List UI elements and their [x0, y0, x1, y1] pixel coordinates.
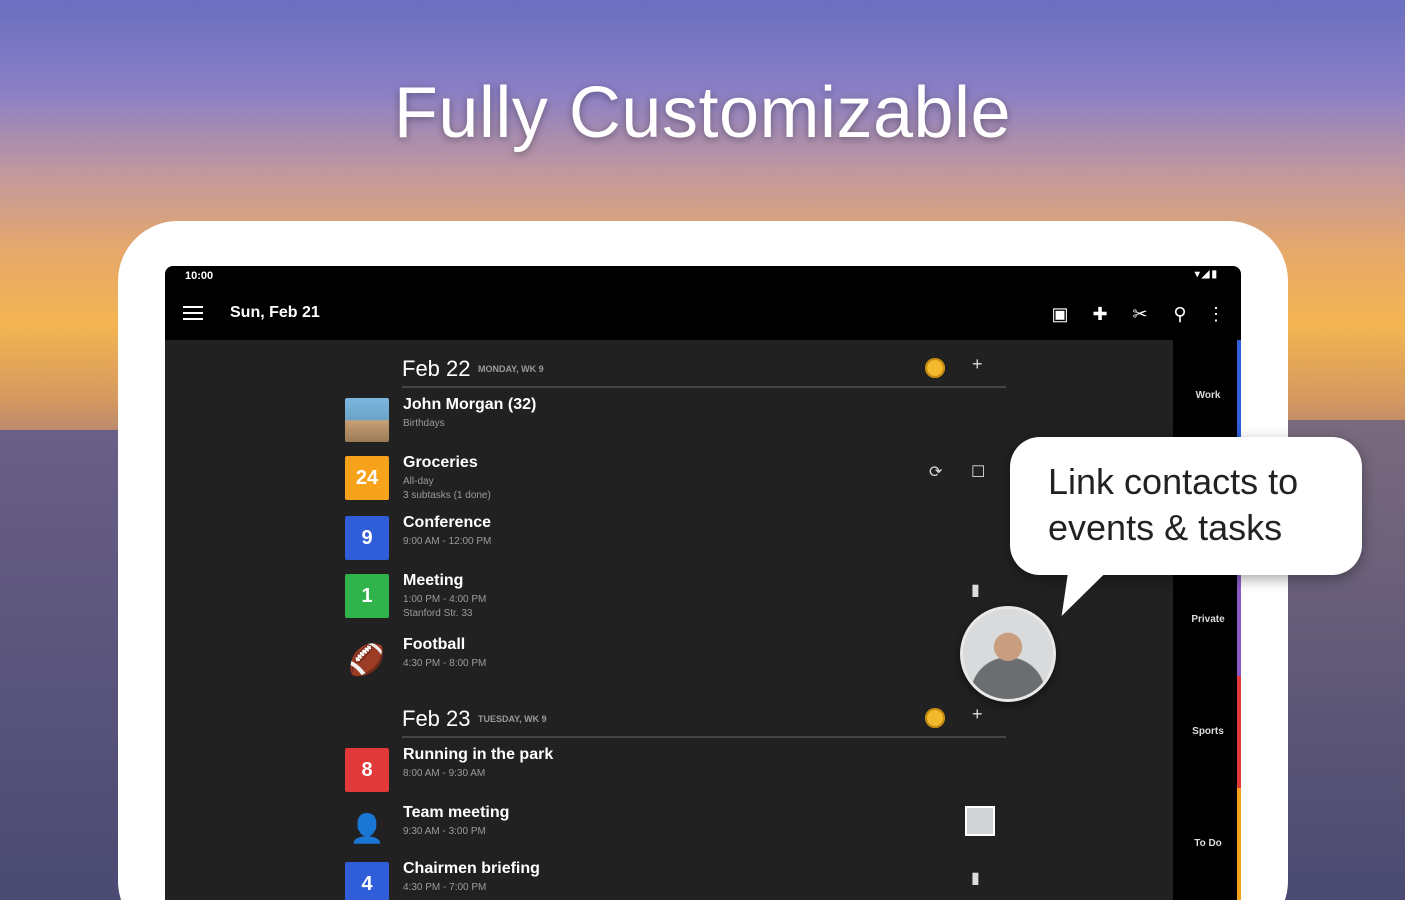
event-title: Meeting: [403, 572, 464, 589]
event-title: Running in the park: [403, 746, 554, 763]
event-item[interactable]: 🏈 Football 4:30 PM - 8:00 PM: [345, 634, 1005, 686]
event-title: Groceries: [403, 454, 478, 471]
calendar-color-sports: [1237, 676, 1241, 788]
menu-icon[interactable]: [183, 306, 203, 320]
callout-bubble: Link contacts to events & tasks: [1010, 437, 1362, 575]
event-subtitle: Birthdays: [403, 418, 445, 429]
event-title: Football: [403, 636, 466, 653]
calendar-label-work[interactable]: Work: [1183, 390, 1233, 401]
contact-photo: [345, 398, 389, 442]
contact-icon[interactable]: ▮: [971, 580, 980, 600]
contact-avatar[interactable]: [965, 806, 995, 836]
event-subtitle: 9:00 AM - 12:00 PM: [403, 536, 492, 547]
group-icon: 👤: [349, 812, 385, 844]
search-icon[interactable]: ⚲: [1168, 302, 1192, 326]
contact-avatar-large: [960, 606, 1056, 702]
day-date: Feb 23: [402, 706, 471, 731]
event-date-icon: 24: [345, 456, 389, 500]
status-time: 10:00: [185, 270, 214, 282]
status-icons: ▾◢▮: [1194, 269, 1219, 280]
toolbar-title: Sun, Feb 21: [230, 304, 320, 321]
calendar-label-todo[interactable]: To Do: [1183, 838, 1233, 849]
event-subtitle: All-day: [403, 476, 434, 487]
event-item[interactable]: 4 Chairmen briefing 4:30 PM - 7:00 PM ▮: [345, 858, 1005, 900]
contact-icon[interactable]: ▮: [971, 868, 980, 888]
status-bar: 10:00 ▾◢▮: [165, 266, 1241, 288]
collapse-icon[interactable]: ✂: [1128, 302, 1152, 326]
event-item[interactable]: 9 Conference 9:00 AM - 12:00 PM: [345, 512, 1005, 564]
calendar-today-icon[interactable]: ▣: [1048, 302, 1072, 326]
event-subtasks: 3 subtasks (1 done): [403, 490, 491, 501]
event-subtitle: 8:00 AM - 9:30 AM: [403, 768, 486, 779]
event-subtitle: 1:00 PM - 4:00 PM: [403, 594, 487, 605]
day-header-feb22: Feb 22 MONDAY, WK 9 +: [402, 348, 1006, 388]
football-icon: 🏈: [348, 643, 386, 677]
event-item[interactable]: 24 Groceries All-day 3 subtasks (1 done)…: [345, 452, 1005, 504]
repeat-icon[interactable]: ⟳: [929, 462, 942, 482]
add-event-icon[interactable]: +: [972, 354, 983, 375]
event-date-icon: 1: [345, 574, 389, 618]
event-item[interactable]: John Morgan (32) Birthdays: [345, 394, 1005, 446]
event-date-icon: 8: [345, 748, 389, 792]
calendar-color-todo: [1237, 788, 1241, 900]
weather-sun-icon: [925, 358, 945, 378]
calendar-color-private: [1237, 564, 1241, 676]
event-item[interactable]: 8 Running in the park 8:00 AM - 9:30 AM: [345, 744, 1005, 796]
day-header-feb23: Feb 23 TUESDAY, WK 9 +: [402, 698, 1006, 738]
event-title: Conference: [403, 514, 492, 531]
event-item[interactable]: 👤 Team meeting 9:30 AM - 3:00 PM: [345, 802, 1005, 854]
calendar-label-sports[interactable]: Sports: [1183, 726, 1233, 737]
event-date-icon: 4: [345, 862, 389, 900]
add-icon[interactable]: ✚: [1088, 302, 1112, 326]
event-subtitle: 4:30 PM - 8:00 PM: [403, 658, 487, 669]
calendar-label-private[interactable]: Private: [1183, 614, 1233, 625]
callout-line-2: events & tasks: [1048, 507, 1283, 548]
day-date: Feb 22: [402, 356, 471, 381]
checkbox-icon[interactable]: ☐: [971, 462, 985, 482]
event-subtitle: 9:30 AM - 3:00 PM: [403, 826, 486, 837]
callout-line-1: Link contacts to: [1048, 461, 1299, 502]
calendar-sidebar: Work Private Sports To Do: [1173, 340, 1241, 900]
headline: Fully Customizable: [393, 73, 1012, 153]
event-title: John Morgan (32): [403, 396, 537, 413]
day-sub: MONDAY, WK 9: [478, 364, 544, 374]
event-subtitle: 4:30 PM - 7:00 PM: [403, 882, 487, 893]
background-city-left: [0, 430, 130, 900]
event-title: Chairmen briefing: [403, 860, 540, 877]
event-title: Team meeting: [403, 804, 510, 821]
event-location: Stanford Str. 33: [403, 608, 473, 619]
event-date-icon: 9: [345, 516, 389, 560]
add-event-icon[interactable]: +: [972, 704, 983, 725]
toolbar: Sun, Feb 21 ▣ ✚ ✂ ⚲ ⋮: [165, 288, 1241, 340]
overflow-menu-icon[interactable]: ⋮: [1204, 302, 1228, 326]
day-sub: TUESDAY, WK 9: [478, 714, 547, 724]
event-item[interactable]: 1 Meeting 1:00 PM - 4:00 PM Stanford Str…: [345, 570, 1005, 622]
weather-sun-icon: [925, 708, 945, 728]
